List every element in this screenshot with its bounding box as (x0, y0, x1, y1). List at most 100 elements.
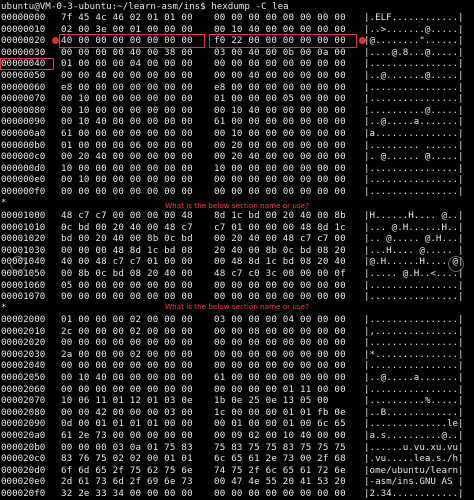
ascii-text: |... @.H......H..| (364, 221, 464, 233)
ascii-text: |................| (364, 337, 464, 349)
hex-bytes-left: 61 00 00 00 00 00 00 00 (61, 128, 193, 139)
hex-bytes-left: 00 00 00 03 0a 01 75 83 (61, 441, 193, 453)
offset-text: 00000030 (1, 46, 46, 58)
ascii-text: |..........%.....| (364, 395, 464, 407)
hex-bytes-right: 61 00 00 00 00 00 00 00 (214, 372, 346, 383)
offset-text: 000020a0 (1, 430, 46, 441)
hex-bytes-left: bd 00 20 40 00 8b 0c bd (61, 233, 193, 245)
terminal-window[interactable]: ubuntu@VM-0-3-ubuntu:~/learn-asm/ins$ he… (0, 0, 474, 500)
offset-text: 00000000 (1, 12, 46, 23)
hex-bytes-right: 01 00 00 00 05 00 00 00 (214, 93, 346, 105)
highlight-box-hex-left (59, 34, 205, 48)
marker-dot-2 (359, 37, 366, 44)
hex-bytes-right: 03 00 40 00 0b 00 0a 00 (214, 46, 346, 58)
cursor-circle-icon (448, 256, 464, 272)
ascii-text: |................| (364, 162, 464, 174)
offset-text: 00002050 (1, 372, 46, 383)
offset-text: 00000050 (1, 70, 46, 81)
hex-bytes-left: 00 8b 0c bd 08 20 40 00 (61, 268, 193, 279)
ascii-text: |..... @.H..<....| (364, 268, 464, 279)
hex-bytes-right: 00 00 00 00 00 00 00 00 (214, 12, 346, 23)
ascii-text: |......... ......| (364, 139, 464, 151)
marker-dot-1 (52, 37, 59, 44)
hex-bytes-left: 40 00 48 c7 c7 01 00 00 (61, 256, 193, 268)
hex-bytes-left: 00 00 42 00 00 00 03 00 (61, 406, 193, 418)
hex-bytes-right: 00 09 02 00 10 40 00 00 (214, 430, 346, 441)
hex-bytes-left: 10 00 00 00 00 00 00 00 (61, 162, 193, 174)
offset-text: 00002070 (1, 395, 46, 407)
hex-bytes-left: 48 c7 c7 00 00 00 00 48 (61, 210, 193, 221)
offset-text: 000020b0 (1, 441, 46, 453)
hex-bytes-left: 61 2e 73 00 00 00 00 00 (61, 430, 193, 441)
ascii-text: |,...............| (364, 325, 464, 337)
ascii-text: |................| (364, 279, 464, 291)
offset-text: 00002030 (1, 348, 46, 360)
ascii-text: |................| (364, 81, 464, 93)
hex-bytes-left: 2c 00 00 00 02 00 00 00 (61, 325, 193, 337)
offset-text: 00000090 (1, 116, 46, 128)
hex-bytes-right: 00 00 00 00 00 00 00 00 (214, 488, 346, 499)
hex-bytes-right: 61 00 00 00 00 00 00 00 (214, 116, 346, 128)
hex-bytes-left: 00 10 40 00 00 00 00 00 (61, 372, 193, 383)
hex-bytes-left: 00 00 00 00 00 00 00 00 (61, 186, 193, 197)
hex-bytes-right: 1c 00 00 00 01 01 fb 0e (214, 406, 346, 418)
hex-bytes-right: 00 00 00 00 00 00 00 00 (214, 337, 346, 349)
hex-bytes-left: 0c bd 00 20 40 00 48 c7 (61, 221, 193, 233)
hex-bytes-right: 6c 65 61 2e 73 00 2f 68 (214, 453, 346, 465)
hex-bytes-left: 2a 00 00 00 02 00 00 00 (61, 348, 193, 360)
offset-text: 000000a0 (1, 128, 46, 139)
offset-text: 00002010 (1, 325, 46, 337)
offset-text: 00002000 (1, 314, 46, 325)
hex-bytes-right: 00 10 40 00 00 00 00 00 (214, 104, 346, 116)
ascii-text: |. @...... @.....| (364, 151, 464, 163)
ascii-text: |................| (364, 186, 464, 197)
hex-bytes-right: 00 01 00 00 01 00 6c 65 (214, 418, 346, 430)
offset-text: 000020e0 (1, 476, 46, 488)
ascii-text: |.vu.....lea.s./h| (364, 453, 464, 465)
hex-bytes-right: 00 00 00 00 00 00 00 00 (214, 348, 346, 360)
ascii-text: |..............le| (364, 418, 464, 430)
hex-bytes-right: 00 00 00 00 01 11 00 00 (214, 383, 346, 395)
offset-text: 00000070 (1, 93, 46, 105)
hex-bytes-left: 83 76 75 02 02 00 01 01 (61, 453, 193, 465)
annotation-note-2: What is the below section name or use? (165, 302, 309, 311)
hex-bytes-right: 48 c7 c0 3c 00 00 00 0f (214, 268, 346, 279)
ascii-text: |................| (364, 174, 464, 186)
hex-bytes-left: 00 00 00 00 00 00 00 00 (61, 337, 193, 349)
ascii-text: |ome/ubuntu/learn| (364, 464, 464, 476)
offset-text: 00001020 (1, 233, 46, 245)
hex-bytes-right: 10 00 00 00 00 00 00 00 (214, 162, 346, 174)
ascii-text: |..@.......@.....| (364, 70, 464, 81)
hex-bytes-right: 1b 0e 25 0e 13 05 00 (214, 395, 329, 407)
offset-text: 000020c0 (1, 453, 46, 465)
highlight-box-hex-right (209, 34, 357, 48)
offset-text: 000020d0 (1, 464, 46, 476)
ascii-text: |................| (364, 93, 464, 105)
hex-bytes-right: 75 83 75 75 83 75 75 75 (214, 441, 346, 453)
hex-bytes-left: 00 10 40 00 00 00 00 00 (61, 116, 193, 128)
ascii-text: |.ELF............| (364, 12, 464, 23)
ascii-text: |a...............| (364, 128, 464, 139)
offset-text: 00000010 (1, 23, 46, 35)
hex-bytes-right: 00 20 40 00 00 00 00 00 (214, 151, 346, 163)
hex-bytes-left: 00 10 00 00 00 00 00 00 (61, 104, 193, 116)
ascii-text: |..........@.....| (364, 104, 464, 116)
offset-text: 000000e0 (1, 174, 46, 186)
hex-bytes-right: 00 10 00 00 00 00 00 00 (214, 128, 346, 139)
ascii-text: |2.34............| (364, 488, 464, 499)
ascii-text: |................| (364, 360, 464, 372)
hex-bytes-left: 0d 00 01 01 01 01 00 00 (61, 418, 193, 430)
ascii-text: |...H.... @..... | (364, 244, 464, 256)
offset-text: 00000060 (1, 81, 46, 93)
ascii-text: |*...............| (364, 348, 464, 360)
offset-text: 00002060 (1, 383, 46, 395)
hex-bytes-left: 7f 45 4c 46 02 01 01 00 (61, 12, 193, 23)
hex-bytes-left: 00 00 00 48 8d 1c bd 08 (61, 244, 193, 256)
ascii-text: |H......H.... @..| (364, 210, 464, 221)
ascii-text: |..@.....a.......| (364, 372, 464, 383)
hex-bytes-left: 00 00 00 00 40 00 38 00 (61, 46, 193, 58)
ascii-text: |................| (364, 383, 464, 395)
offset-text: 00002040 (1, 360, 46, 372)
ascii-text: |......u.vu.xu.vu| (364, 441, 464, 453)
highlight-box-offset (0, 58, 54, 70)
